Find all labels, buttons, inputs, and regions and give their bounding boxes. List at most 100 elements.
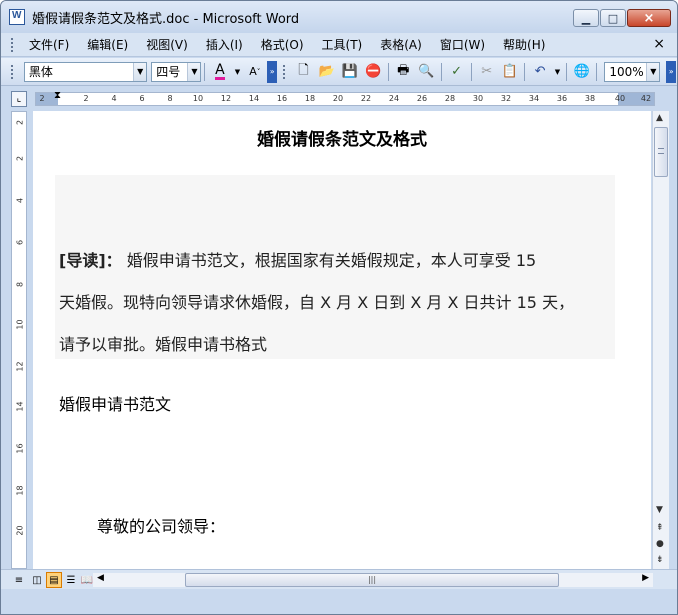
menu-table[interactable]: 表格(A): [371, 35, 431, 55]
vertical-scrollbar[interactable]: ▲ ▼ ⇞ ● ⇟: [652, 111, 669, 569]
word-window: 婚假请假条范文及格式.doc - Microsoft Word ▁ □ × 文件…: [0, 0, 678, 615]
thumb-grip-icon: [658, 148, 664, 154]
grow-font-button[interactable]: A ˅: [244, 61, 265, 83]
section-heading: 婚假申请书范文: [59, 395, 172, 414]
print-layout-view-icon[interactable]: ▤: [46, 572, 62, 588]
zoom-value: 100%: [609, 64, 644, 79]
scroll-up-icon[interactable]: ▲: [656, 113, 663, 123]
vruler-tick: 6: [15, 239, 25, 246]
vruler-tick: 2: [15, 155, 25, 162]
window-title: 婚假请假条范文及格式.doc - Microsoft Word: [32, 11, 300, 27]
title-bar: 婚假请假条范文及格式.doc - Microsoft Word ▁ □ ×: [1, 1, 677, 33]
document-page[interactable]: 婚假请假条范文及格式 [导读]： 婚假申请书范文，根据国家有关婚假规定，本人可享…: [33, 111, 651, 569]
status-bar: [1, 590, 677, 614]
indent-marker-icon[interactable]: ⧗: [54, 90, 61, 101]
hyperlink-icon[interactable]: 🌐: [571, 61, 592, 83]
ruler-row: ⌞ ⧗ 2 2 4 6 8 10 12 14 16 18 20 22 24 26…: [1, 87, 677, 109]
ruler-tick: 42: [640, 94, 652, 103]
permission-icon[interactable]: ⛔: [362, 61, 383, 83]
toolbar-separator: [440, 62, 442, 81]
menu-bar: 文件(F) 编辑(E) 视图(V) 插入(I) 格式(O) 工具(T) 表格(A…: [1, 33, 677, 57]
spelling-icon[interactable]: ✓: [446, 61, 467, 83]
horizontal-ruler[interactable]: ⧗ 2 2 4 6 8 10 12 14 16 18 20 22 24 26 2…: [35, 90, 655, 106]
paste-icon[interactable]: 📋: [499, 61, 520, 83]
print-preview-icon[interactable]: 🔍: [416, 61, 437, 83]
ruler-tick: 22: [360, 94, 372, 103]
toolbar-separator: [204, 62, 206, 81]
grow-font-icon: A: [249, 65, 257, 78]
menu-insert[interactable]: 插入(I): [197, 35, 252, 55]
undo-icon[interactable]: ↶: [529, 61, 550, 83]
vruler-tick: 2: [15, 119, 25, 126]
horizontal-scroll-thumb[interactable]: |||: [185, 573, 559, 587]
menu-view[interactable]: 视图(V): [137, 35, 197, 55]
word-app-icon[interactable]: [9, 9, 25, 25]
intro-label: [导读]：: [59, 251, 122, 270]
intro-line-1: [导读]： 婚假申请书范文，根据国家有关婚假规定，本人可享受 15: [59, 247, 536, 271]
ruler-tick: 40: [614, 94, 626, 103]
toolbar-separator: [596, 62, 598, 81]
cut-icon[interactable]: ✂: [476, 61, 497, 83]
horizontal-scrollbar[interactable]: ◀ ||| ▶: [93, 573, 653, 587]
minimize-icon: ▁: [581, 11, 591, 25]
zoom-combo[interactable]: 100% ▼: [604, 61, 661, 82]
toolbar2-grip-handle[interactable]: [282, 63, 286, 80]
vruler-tick: 18: [15, 485, 25, 496]
ruler-tick: 4: [111, 94, 117, 103]
vruler-tick: 14: [15, 401, 25, 412]
ruler-tick: 20: [332, 94, 344, 103]
minimize-button[interactable]: ▁: [573, 9, 599, 27]
web-layout-view-icon[interactable]: ◫: [29, 572, 45, 588]
menu-grip-handle[interactable]: [10, 36, 14, 53]
font-name-combo[interactable]: 黑体 ▼: [23, 61, 148, 82]
font-size-combo[interactable]: 四号 ▼: [151, 61, 202, 82]
document-close-icon[interactable]: ×: [653, 36, 665, 52]
vruler-tick: 8: [15, 281, 25, 288]
vertical-scroll-thumb[interactable]: [654, 127, 668, 177]
menu-window[interactable]: 窗口(W): [431, 35, 494, 55]
menu-format[interactable]: 格式(O): [252, 35, 313, 55]
close-button[interactable]: ×: [627, 9, 671, 27]
font-color-dropdown[interactable]: ▼: [233, 61, 243, 83]
menu-file[interactable]: 文件(F): [20, 35, 78, 55]
new-icon[interactable]: 🗋: [293, 61, 314, 83]
scroll-down-icon[interactable]: ▼: [656, 505, 663, 515]
scroll-right-icon[interactable]: ▶: [642, 573, 649, 583]
toolbar2-options-button[interactable]: »: [666, 60, 676, 83]
open-icon[interactable]: 📂: [316, 61, 337, 83]
document-title: 婚假请假条范文及格式: [257, 130, 427, 150]
previous-page-icon[interactable]: ⇞: [656, 523, 664, 533]
intro-line-3: 请予以审批。婚假申请书格式: [59, 335, 268, 354]
tab-selector-icon[interactable]: ⌞: [11, 91, 27, 107]
chevron-down-icon[interactable]: ▼: [133, 62, 147, 81]
view-and-hscroll-bar: ≡ ◫ ▤ ☰ 📖 ◀ ||| ▶: [1, 569, 677, 589]
vertical-ruler[interactable]: 2 2 4 6 8 10 12 14 16 18 20: [11, 111, 27, 569]
scroll-left-icon[interactable]: ◀: [97, 573, 104, 583]
vruler-tick: 10: [15, 319, 25, 330]
toolbar-options-button[interactable]: »: [267, 60, 278, 83]
menu-tools[interactable]: 工具(T): [313, 35, 372, 55]
ruler-tick: 28: [444, 94, 456, 103]
ruler-tick: 2: [39, 94, 45, 103]
ruler-tick: 8: [167, 94, 173, 103]
toolbar-grip-handle[interactable]: [10, 63, 14, 80]
font-color-button[interactable]: A: [209, 61, 230, 83]
select-browse-object-icon[interactable]: ●: [656, 539, 664, 549]
font-color-icon: A: [215, 62, 225, 80]
ruler-tick: 16: [276, 94, 288, 103]
print-icon[interactable]: 🖶: [393, 61, 414, 83]
ruler-tick: 34: [528, 94, 540, 103]
normal-view-icon[interactable]: ≡: [11, 572, 27, 588]
ruler-tick: 24: [388, 94, 400, 103]
chevron-down-icon[interactable]: ▼: [646, 62, 660, 81]
menu-help[interactable]: 帮助(H): [494, 35, 554, 55]
maximize-button[interactable]: □: [600, 9, 626, 27]
save-icon[interactable]: 💾: [339, 61, 360, 83]
next-page-icon[interactable]: ⇟: [656, 555, 664, 565]
menu-edit[interactable]: 编辑(E): [78, 35, 137, 55]
outline-view-icon[interactable]: ☰: [63, 572, 79, 588]
toolbar-separator: [524, 62, 526, 81]
undo-dropdown[interactable]: ▼: [553, 61, 563, 83]
chevron-down-icon[interactable]: ▼: [187, 62, 201, 81]
close-icon: ×: [643, 10, 655, 26]
